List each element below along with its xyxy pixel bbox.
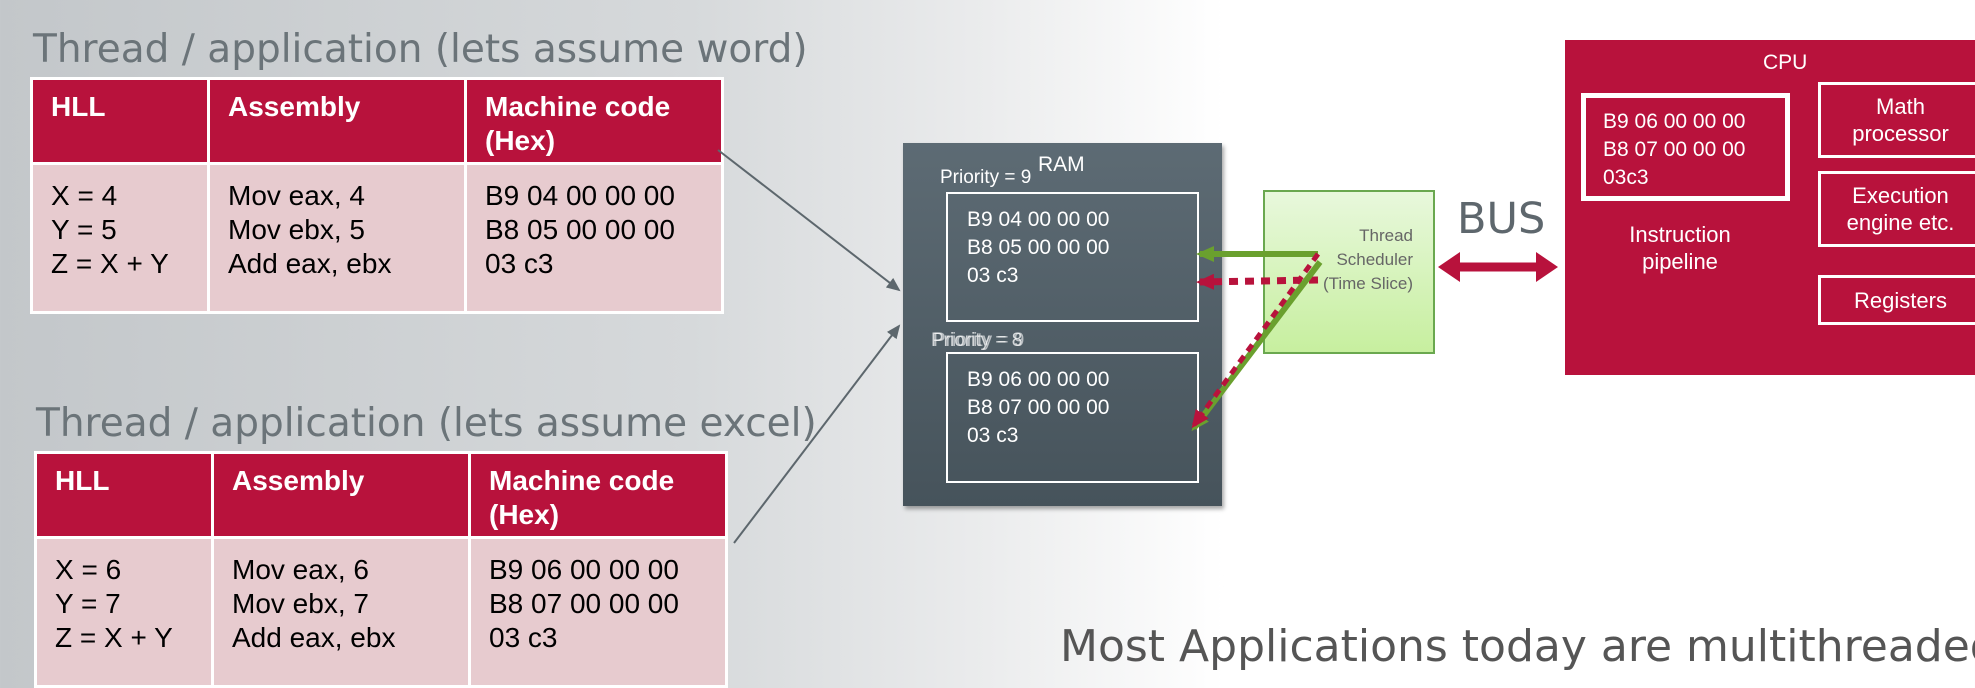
thread2-to-ram-arrow bbox=[733, 324, 901, 544]
connector-arrows bbox=[717, 149, 1558, 544]
bus-double-arrow bbox=[1438, 252, 1558, 282]
thread1-to-ram-arrow bbox=[717, 149, 901, 292]
